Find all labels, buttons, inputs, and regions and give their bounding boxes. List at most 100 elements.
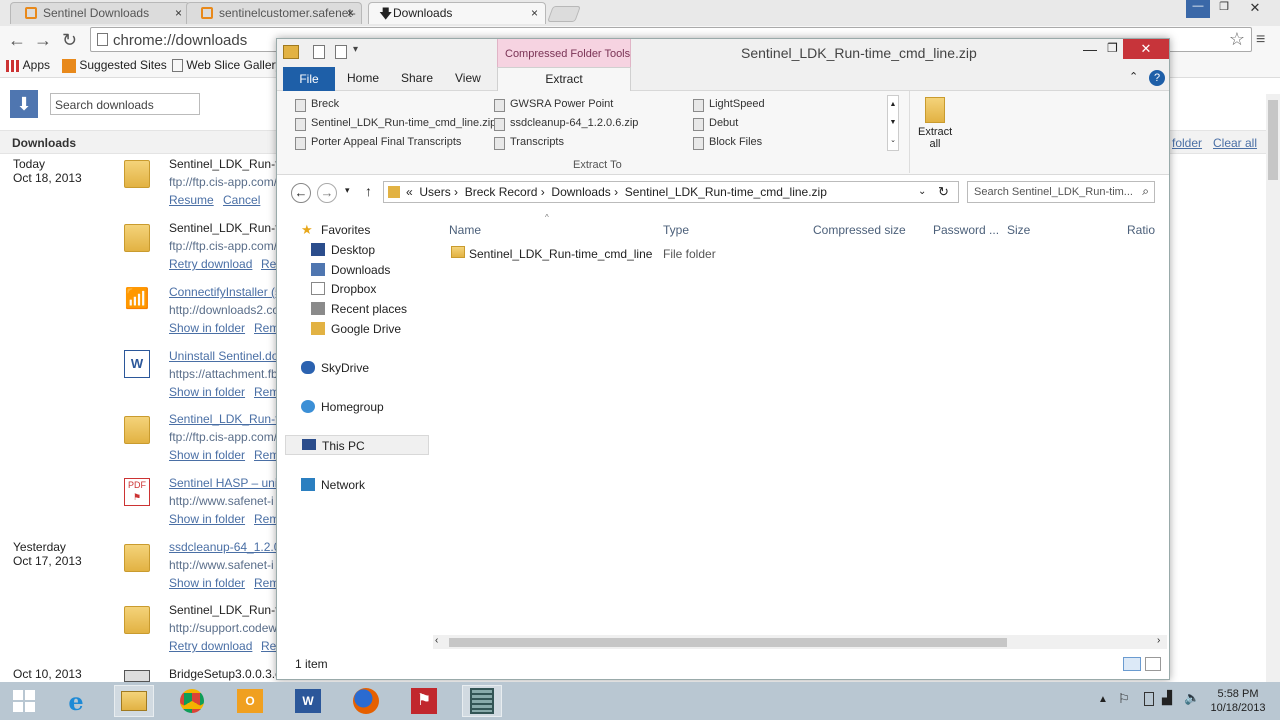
extract-to-gwsra[interactable]: GWSRA Power Point	[492, 98, 613, 112]
url-text[interactable]: chrome://downloads	[113, 32, 247, 49]
new-folder-icon[interactable]	[335, 45, 347, 59]
back-icon[interactable]: ←	[291, 183, 311, 203]
tab-sentinel-downloads[interactable]: Sentinel Downloads ×	[10, 2, 190, 24]
forward-icon[interactable]: →	[34, 30, 52, 50]
search-downloads-input[interactable]: Search downloads	[50, 93, 200, 115]
open-downloads-folder-link[interactable]: folder	[1172, 136, 1202, 150]
tab-share[interactable]: Share	[401, 71, 433, 85]
nav-google-drive[interactable]: Google Drive	[307, 322, 401, 336]
extract-to-debut[interactable]: Debut	[691, 117, 738, 131]
breadcrumb-zip[interactable]: Sentinel_LDK_Run-time_cmd_line.zip	[625, 185, 827, 199]
table-row[interactable]: Sentinel_LDK_Run-time_cmd_line File fold…	[447, 243, 767, 263]
chrome-taskbar-button[interactable]	[172, 685, 212, 717]
remove-link[interactable]: Re	[261, 257, 276, 271]
media-taskbar-button[interactable]	[462, 685, 502, 717]
download-title[interactable]: ssdcleanup-64_1.2.0.6	[169, 540, 290, 554]
tab-downloads[interactable]: 🡇 Downloads ×	[368, 2, 546, 24]
breadcrumb-users[interactable]: Users	[419, 185, 450, 199]
battery-icon[interactable]	[1144, 692, 1154, 706]
clear-all-link[interactable]: Clear all	[1213, 136, 1257, 150]
firefox-taskbar-button[interactable]	[346, 685, 386, 717]
close-icon[interactable]: ×	[175, 6, 182, 20]
column-header-password[interactable]: Password ...	[933, 223, 999, 237]
minimize-button[interactable]: —	[1083, 41, 1097, 57]
tab-file[interactable]: File	[283, 67, 335, 91]
new-tab-button[interactable]	[547, 6, 581, 22]
nav-desktop[interactable]: Desktop	[307, 243, 375, 257]
acrobat-taskbar-button[interactable]: ⚑	[404, 685, 444, 717]
download-title[interactable]: Sentinel_LDK_Run-tim	[169, 412, 291, 426]
help-icon[interactable]: ?	[1149, 70, 1165, 86]
retry-download-link[interactable]: Retry download	[169, 639, 252, 653]
nav-network[interactable]: Network	[297, 478, 365, 492]
show-in-folder-link[interactable]: Show in folder	[169, 321, 245, 335]
show-in-folder-link[interactable]: Show in folder	[169, 448, 245, 462]
close-button[interactable]: ✕	[1123, 39, 1169, 59]
column-header-size[interactable]: Size	[1007, 223, 1030, 237]
star-icon[interactable]: ☆	[1229, 29, 1245, 50]
close-icon[interactable]: ×	[531, 6, 538, 20]
file-explorer-taskbar-button[interactable]	[114, 685, 154, 717]
breadcrumb[interactable]: « Users › Breck Record › Downloads › Sen…	[406, 185, 827, 199]
up-icon[interactable]: ↑	[365, 183, 372, 199]
tab-home[interactable]: Home	[347, 71, 379, 85]
details-view-icon[interactable]	[1123, 657, 1141, 671]
bookmark-suggested-sites[interactable]: Suggested Sites	[62, 58, 167, 73]
close-icon[interactable]: ×	[347, 6, 354, 20]
nav-downloads[interactable]: Downloads	[307, 263, 390, 277]
tab-view[interactable]: View	[455, 71, 481, 85]
address-dropdown-icon[interactable]: ⌄	[918, 186, 926, 197]
menu-icon[interactable]: ≡	[1256, 31, 1265, 49]
reload-icon[interactable]: ↻	[62, 30, 77, 50]
breadcrumb-breck-record[interactable]: Breck Record	[465, 185, 538, 199]
extract-to-transcripts[interactable]: Transcripts	[492, 136, 564, 150]
resume-link[interactable]: Resume	[169, 193, 214, 207]
word-taskbar-button[interactable]: W	[288, 685, 328, 717]
action-center-icon[interactable]: ⚐	[1118, 691, 1130, 707]
extract-to-lightspeed[interactable]: LightSpeed	[691, 98, 765, 112]
nav-recent-places[interactable]: Recent places	[307, 302, 407, 316]
bookmark-web-slice-gallery[interactable]: Web Slice Gallery	[172, 58, 282, 73]
network-status-icon[interactable]: ▟	[1162, 690, 1172, 706]
extract-all-button[interactable]: Extract all	[913, 93, 957, 155]
extract-to-block-files[interactable]: Block Files	[691, 136, 762, 150]
retry-download-link[interactable]: Retry download	[169, 257, 252, 271]
maximize-button[interactable]: ❐	[1212, 0, 1236, 18]
volume-icon[interactable]: 🔈	[1184, 690, 1200, 706]
breadcrumb-downloads[interactable]: Downloads	[551, 185, 610, 199]
page-scrollbar[interactable]	[1266, 94, 1280, 684]
show-in-folder-link[interactable]: Show in folder	[169, 385, 245, 399]
large-icons-view-icon[interactable]	[1145, 657, 1161, 671]
show-hidden-icons[interactable]: ▲	[1098, 694, 1108, 705]
search-input[interactable]: Search Sentinel_LDK_Run-tim... ⌕	[967, 181, 1155, 203]
extract-to-porter-appeal[interactable]: Porter Appeal Final Transcripts	[293, 136, 461, 150]
back-icon[interactable]: ←	[8, 30, 26, 50]
tab-safenet[interactable]: sentinelcustomer.safenet- ×	[186, 2, 362, 24]
start-button[interactable]	[4, 685, 44, 717]
search-icon[interactable]: ⌕	[1142, 184, 1149, 199]
minimize-button[interactable]: —	[1186, 0, 1210, 18]
nav-skydrive[interactable]: SkyDrive	[297, 361, 369, 375]
bookmark-apps[interactable]: Apps	[6, 58, 50, 72]
download-title[interactable]: Uninstall Sentinel.doc	[169, 349, 284, 363]
nav-dropbox[interactable]: Dropbox	[307, 282, 376, 296]
download-title[interactable]: ConnectifyInstaller (5	[169, 285, 282, 299]
cancel-link[interactable]: Cancel	[223, 193, 260, 207]
remove-link[interactable]: Re	[261, 639, 276, 653]
tab-extract[interactable]: Extract	[497, 67, 631, 92]
extract-to-scroller[interactable]: ▲ ▼ ⌄	[887, 95, 899, 151]
ribbon-collapse-icon[interactable]: ⌃	[1129, 70, 1138, 83]
nav-homegroup[interactable]: Homegroup	[297, 400, 384, 414]
quick-access-dropdown-icon[interactable]: ▾	[353, 44, 358, 55]
forward-icon[interactable]: →	[317, 183, 337, 203]
nav-this-pc[interactable]: This PC	[285, 435, 429, 455]
outlook-taskbar-button[interactable]: O	[230, 685, 270, 717]
column-header-compressed-size[interactable]: Compressed size	[813, 223, 906, 237]
nav-favorites[interactable]: ★ Favorites	[297, 222, 370, 237]
column-header-ratio[interactable]: Ratio	[1127, 223, 1155, 237]
extract-to-sentinel-zip[interactable]: Sentinel_LDK_Run-time_cmd_line.zip	[293, 117, 496, 131]
extract-to-breck[interactable]: Breck	[293, 98, 339, 112]
column-header-name[interactable]: Name	[449, 223, 481, 237]
download-title[interactable]: Sentinel HASP – uning	[169, 476, 291, 490]
recent-locations-icon[interactable]: ▾	[345, 185, 350, 196]
